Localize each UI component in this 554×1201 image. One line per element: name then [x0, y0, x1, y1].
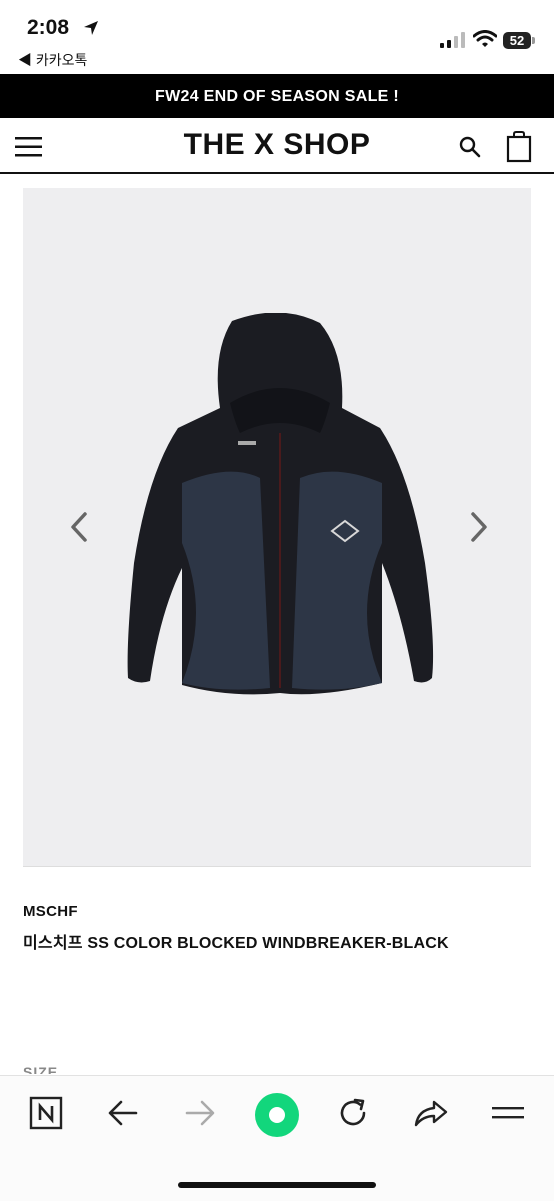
back-arrow-icon[interactable]: [106, 1096, 140, 1130]
status-bar: 2:08 ◀ 카카오톡 52: [0, 0, 554, 74]
promo-banner[interactable]: FW24 END OF SEASON SALE !: [0, 74, 554, 118]
refresh-icon[interactable]: [336, 1096, 370, 1130]
forward-arrow-icon[interactable]: [183, 1096, 217, 1130]
chevron-left-icon[interactable]: [65, 510, 95, 544]
product-brand[interactable]: MSCHF: [23, 903, 78, 920]
location-arrow-icon: [84, 21, 98, 35]
product-name: 미스치프 SS COLOR BLOCKED WINDBREAKER-BLACK: [23, 935, 449, 952]
bag-icon[interactable]: [506, 131, 532, 163]
chevron-right-icon[interactable]: [463, 510, 493, 544]
product-image-carousel[interactable]: [23, 188, 531, 867]
naver-icon[interactable]: [29, 1096, 63, 1130]
back-to-app-link[interactable]: ◀ 카카오톡: [18, 50, 87, 70]
search-icon[interactable]: [459, 136, 481, 158]
battery-icon: 52: [503, 32, 531, 49]
signal-icon: [440, 32, 465, 48]
hamburger-icon[interactable]: [491, 1096, 525, 1130]
status-time: 2:08: [27, 16, 70, 39]
share-icon[interactable]: [413, 1096, 449, 1130]
windbreaker-jacket-image: [127, 313, 434, 695]
site-header: THE X SHOP: [0, 118, 554, 174]
green-dot-icon[interactable]: [254, 1092, 300, 1138]
wifi-icon: [473, 30, 497, 47]
size-label: SIZE: [23, 1064, 59, 1074]
home-indicator: [178, 1182, 376, 1188]
battery-tip: [532, 37, 535, 44]
